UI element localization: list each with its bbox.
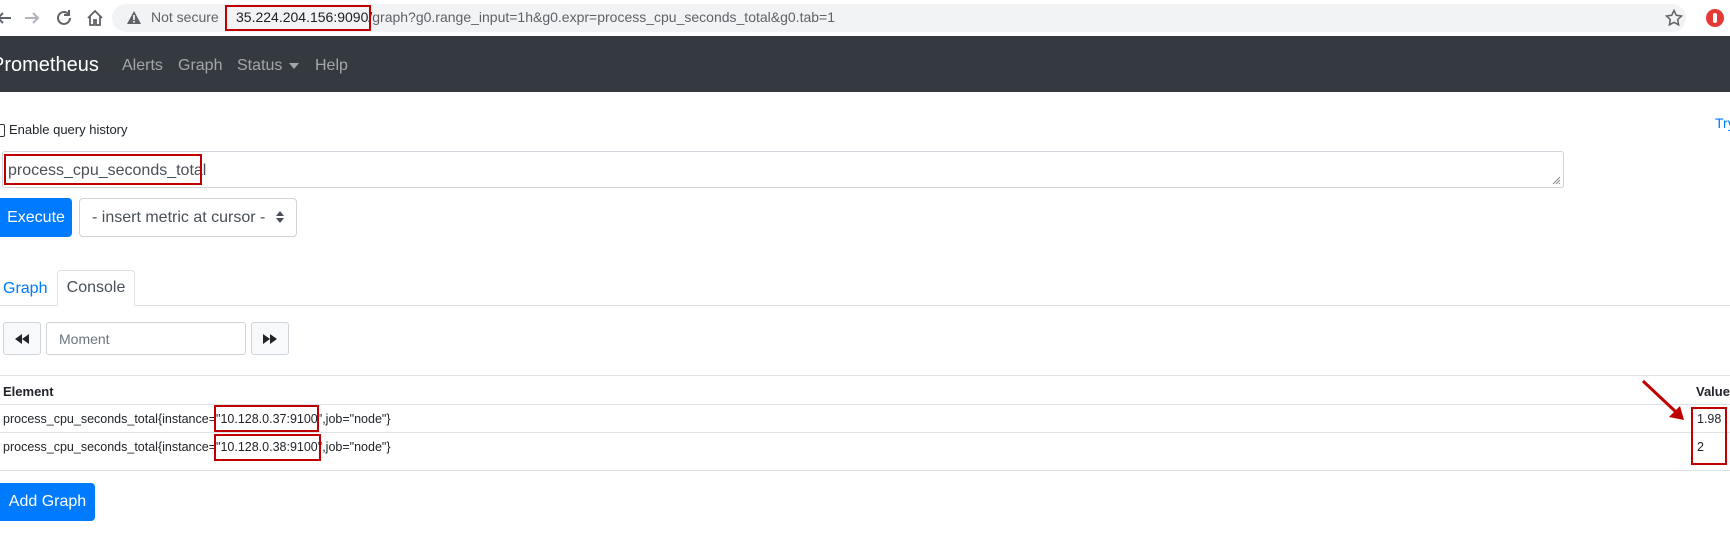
resize-grip-icon[interactable] <box>1552 176 1561 185</box>
column-header-element: Element <box>3 384 54 399</box>
column-header-value: Value <box>1696 384 1730 399</box>
fast-forward-icon <box>263 333 277 344</box>
expression-annotation-box <box>4 154 202 185</box>
star-icon[interactable] <box>1664 8 1684 32</box>
instance-annotation-box <box>214 434 321 461</box>
reload-icon[interactable] <box>52 6 76 30</box>
tab-console[interactable]: Console <box>57 270 135 306</box>
instance-annotation-box <box>214 405 319 432</box>
insert-metric-select-label: - insert metric at cursor - <box>92 208 266 226</box>
row-labels-suffix: ,job="node"} <box>322 412 391 426</box>
nav-dropdown-status[interactable]: Status <box>237 57 282 75</box>
extension-icon[interactable] <box>1705 8 1725 33</box>
tab-divider <box>0 305 1730 306</box>
table-row-border <box>0 432 1730 433</box>
table-bottom-border <box>0 470 1730 471</box>
add-graph-button[interactable]: Add Graph <box>0 483 95 521</box>
rewind-button[interactable] <box>3 322 41 355</box>
brand-link[interactable]: Prometheus <box>0 54 99 77</box>
insert-metric-select[interactable]: - insert metric at cursor - <box>79 198 297 237</box>
moment-input[interactable] <box>46 322 246 355</box>
back-arrow-icon[interactable] <box>0 6 16 30</box>
annotation-arrow-icon <box>1641 379 1684 420</box>
try-experimental-link[interactable]: Try <box>1715 115 1730 131</box>
expression-input[interactable]: process_cpu_seconds_total <box>2 151 1564 188</box>
url-path: graph?g0.range_input=1h&g0.expr=process_… <box>372 9 835 25</box>
fast-forward-button[interactable] <box>251 322 289 355</box>
query-history-checkbox[interactable] <box>0 124 5 137</box>
nav-link-alerts[interactable]: Alerts <box>122 57 163 75</box>
nav-link-graph[interactable]: Graph <box>178 57 222 75</box>
query-history-label: Enable query history <box>9 122 128 137</box>
table-row: process_cpu_seconds_total{instance="10.1… <box>3 440 391 454</box>
home-icon[interactable] <box>83 6 107 30</box>
row-labels-suffix: ,job="node"} <box>322 440 391 454</box>
row-metric-prefix: process_cpu_seconds_total{instance=" <box>3 412 221 426</box>
execute-button[interactable]: Execute <box>0 198 72 237</box>
warning-icon[interactable] <box>126 10 142 30</box>
nav-link-help[interactable]: Help <box>315 57 348 75</box>
tab-graph[interactable]: Graph <box>3 280 47 298</box>
value-annotation-box <box>1691 407 1727 465</box>
table-row: process_cpu_seconds_total{instance="10.1… <box>3 412 391 426</box>
caret-down-icon[interactable] <box>289 63 299 69</box>
table-top-border <box>0 375 1730 376</box>
security-status-label: Not secure <box>151 9 219 25</box>
select-arrows-icon <box>276 211 284 223</box>
rewind-icon <box>15 333 29 344</box>
url-host-annotation-box <box>225 5 371 31</box>
row-metric-prefix: process_cpu_seconds_total{instance=" <box>3 440 221 454</box>
forward-arrow-icon[interactable] <box>20 6 44 30</box>
